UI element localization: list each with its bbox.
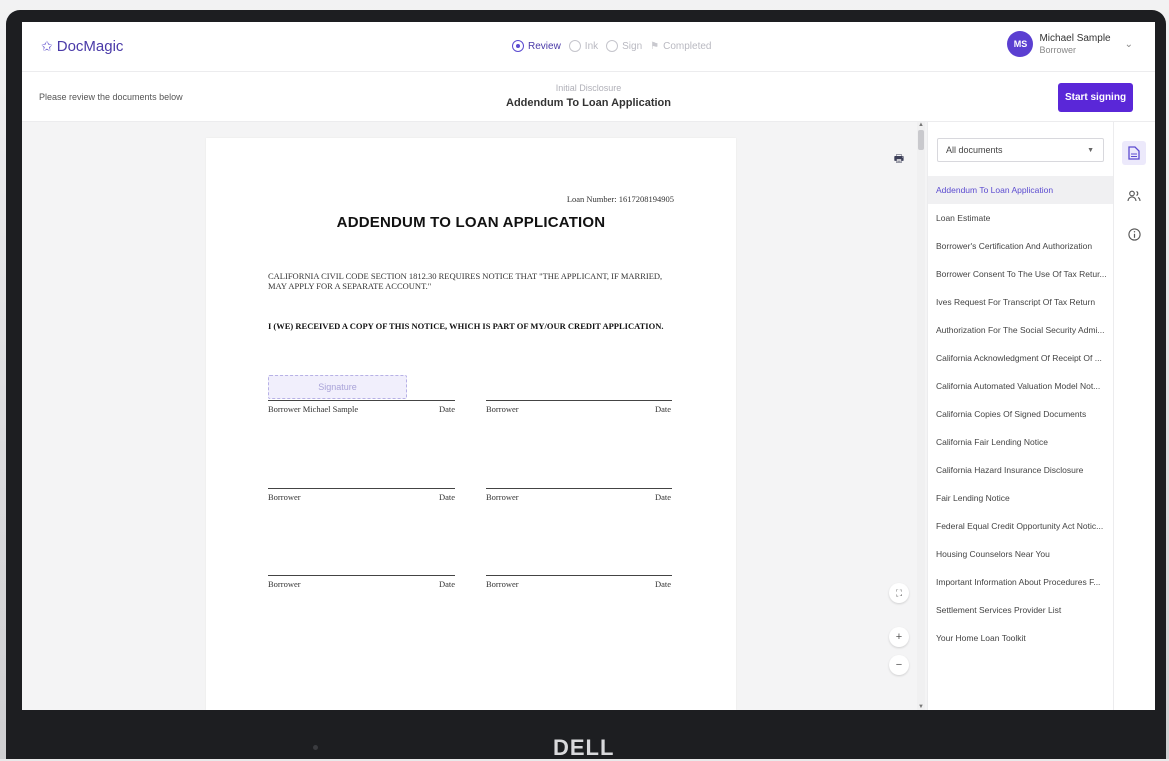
date-label: Date xyxy=(439,404,456,414)
radio-icon xyxy=(512,40,524,52)
document-viewer[interactable]: Loan Number: 1617208194905 ADDENDUM TO L… xyxy=(22,122,927,710)
document-list-item[interactable]: Loan Estimate xyxy=(928,204,1114,232)
fullscreen-icon[interactable]: ⛶ xyxy=(889,583,909,603)
document-list-item[interactable]: California Copies Of Signed Documents xyxy=(928,400,1114,428)
current-document-title: Initial Disclosure Addendum To Loan Appl… xyxy=(22,83,1155,109)
start-signing-button[interactable]: Start signing xyxy=(1058,83,1133,112)
signer-label: Borrower xyxy=(268,579,301,589)
step-label: Ink xyxy=(584,40,599,52)
signing-progress-steps: Review Ink Sign ⚑ Completed xyxy=(512,40,711,52)
flag-icon: ⚑ xyxy=(650,40,660,52)
step-label: Completed xyxy=(663,40,712,52)
received-copy-statement: I (WE) RECEIVED A COPY OF THIS NOTICE, W… xyxy=(268,321,664,331)
date-label: Date xyxy=(439,492,456,502)
signer-label: Borrower xyxy=(268,492,301,502)
user-role: Borrower xyxy=(1039,45,1076,55)
viewer-toolbar: 🖶 ⛶ + − xyxy=(884,122,914,710)
app-screen: ✩ DocMagic Review Ink Sign ⚑ Completed M… xyxy=(22,22,1155,710)
filter-value: All documents xyxy=(946,145,1003,155)
document-filter-select[interactable]: All documents ▼ xyxy=(937,138,1104,162)
user-name: Michael Sample xyxy=(1039,33,1111,44)
participants-icon[interactable] xyxy=(1122,184,1146,208)
radio-icon xyxy=(568,40,581,52)
logo-text: DocMagic xyxy=(56,38,124,55)
dropdown-arrow-icon: ▼ xyxy=(1087,147,1094,154)
document-list: Addendum To Loan Application Loan Estimat… xyxy=(928,176,1114,652)
signer-label: Borrower xyxy=(486,404,519,414)
document-list-item[interactable]: Fair Lending Notice xyxy=(928,484,1114,512)
step-ink: Ink xyxy=(568,40,599,52)
document-list-item[interactable]: Important Information About Procedures F… xyxy=(928,568,1114,596)
document-list-item[interactable]: Housing Counselors Near You xyxy=(928,540,1114,568)
date-label: Date xyxy=(655,404,672,414)
document-heading: ADDENDUM TO LOAN APPLICATION xyxy=(336,214,606,231)
signature-line xyxy=(486,575,672,576)
zoom-out-icon[interactable]: − xyxy=(889,655,909,675)
chevron-down-icon[interactable]: ⌄ xyxy=(1125,39,1133,50)
signer-label: Borrower Michael Sample xyxy=(268,404,359,414)
document-header-bar: Please review the documents below Initia… xyxy=(22,72,1155,122)
step-review: Review xyxy=(512,40,561,52)
zoom-in-icon[interactable]: + xyxy=(889,627,909,647)
document-list-item[interactable]: Ives Request For Transcript Of Tax Retur… xyxy=(928,288,1114,316)
document-list-panel: All documents ▼ Addendum To Loan Applica… xyxy=(927,122,1114,710)
user-info: Michael Sample Borrower xyxy=(1039,33,1110,55)
signer-label: Borrower xyxy=(486,492,519,502)
scrollbar-thumb[interactable] xyxy=(918,130,924,150)
document-list-item[interactable]: California Automated Valuation Model Not… xyxy=(928,372,1114,400)
avatar: MS xyxy=(1007,31,1034,57)
step-label: Review xyxy=(528,40,561,52)
signature-line xyxy=(486,400,672,401)
document-list-item[interactable]: Settlement Services Provider List xyxy=(928,596,1114,624)
user-menu[interactable]: MS Michael Sample Borrower ⌄ xyxy=(1007,31,1133,57)
document-list-item[interactable]: Authorization For The Social Security Ad… xyxy=(928,316,1114,344)
signature-line xyxy=(268,400,455,401)
info-icon[interactable] xyxy=(1122,222,1146,246)
date-label: Date xyxy=(655,492,672,502)
step-sign: Sign xyxy=(606,40,642,52)
signer-label: Borrower xyxy=(486,579,519,589)
laptop-frame: DELL ✩ DocMagic Review Ink Sign ⚑ Comple… xyxy=(0,0,1169,760)
side-rail xyxy=(1113,122,1155,710)
document-page: Loan Number: 1617208194905 ADDENDUM TO L… xyxy=(206,138,736,710)
civil-code-notice: CALIFORNIA CIVIL CODE SECTION 1812.30 RE… xyxy=(268,271,663,291)
print-icon[interactable]: 🖶 xyxy=(889,149,909,169)
document-list-item[interactable]: Borrower Consent To The Use Of Tax Retur… xyxy=(928,260,1114,288)
docmagic-logo[interactable]: ✩ DocMagic xyxy=(41,38,123,55)
document-list-item[interactable]: California Hazard Insurance Disclosure xyxy=(928,456,1114,484)
date-label: Date xyxy=(439,579,456,589)
document-title: Addendum To Loan Application xyxy=(506,97,671,109)
documents-icon[interactable] xyxy=(1122,141,1146,165)
document-list-item[interactable]: Addendum To Loan Application xyxy=(928,176,1114,204)
document-category: Initial Disclosure xyxy=(555,83,622,93)
step-completed: ⚑ Completed xyxy=(650,41,711,52)
dell-logo: DELL xyxy=(553,735,615,760)
top-navbar: ✩ DocMagic Review Ink Sign ⚑ Completed M… xyxy=(22,22,1155,72)
signature-line xyxy=(486,488,672,489)
date-label: Date xyxy=(655,579,672,589)
signature-line xyxy=(268,488,455,489)
star-icon: ✩ xyxy=(41,38,53,54)
signature-line xyxy=(268,575,455,576)
document-list-item[interactable]: Borrower's Certification And Authorizati… xyxy=(928,232,1114,260)
signature-field[interactable]: Signature xyxy=(268,375,407,399)
step-label: Sign xyxy=(622,40,643,52)
document-list-item[interactable]: California Acknowledgment Of Receipt Of … xyxy=(928,344,1114,372)
scroll-up-icon[interactable]: ▲ xyxy=(918,122,924,128)
viewer-scrollbar[interactable]: ▲ ▼ xyxy=(917,122,925,710)
webcam xyxy=(313,745,318,750)
document-list-item[interactable]: Federal Equal Credit Opportunity Act Not… xyxy=(928,512,1114,540)
document-list-item[interactable]: Your Home Loan Toolkit xyxy=(928,624,1114,652)
radio-icon xyxy=(606,40,619,52)
scroll-down-icon[interactable]: ▼ xyxy=(918,704,924,710)
document-list-item[interactable]: California Fair Lending Notice xyxy=(928,428,1114,456)
loan-number: Loan Number: 1617208194905 xyxy=(566,194,674,204)
